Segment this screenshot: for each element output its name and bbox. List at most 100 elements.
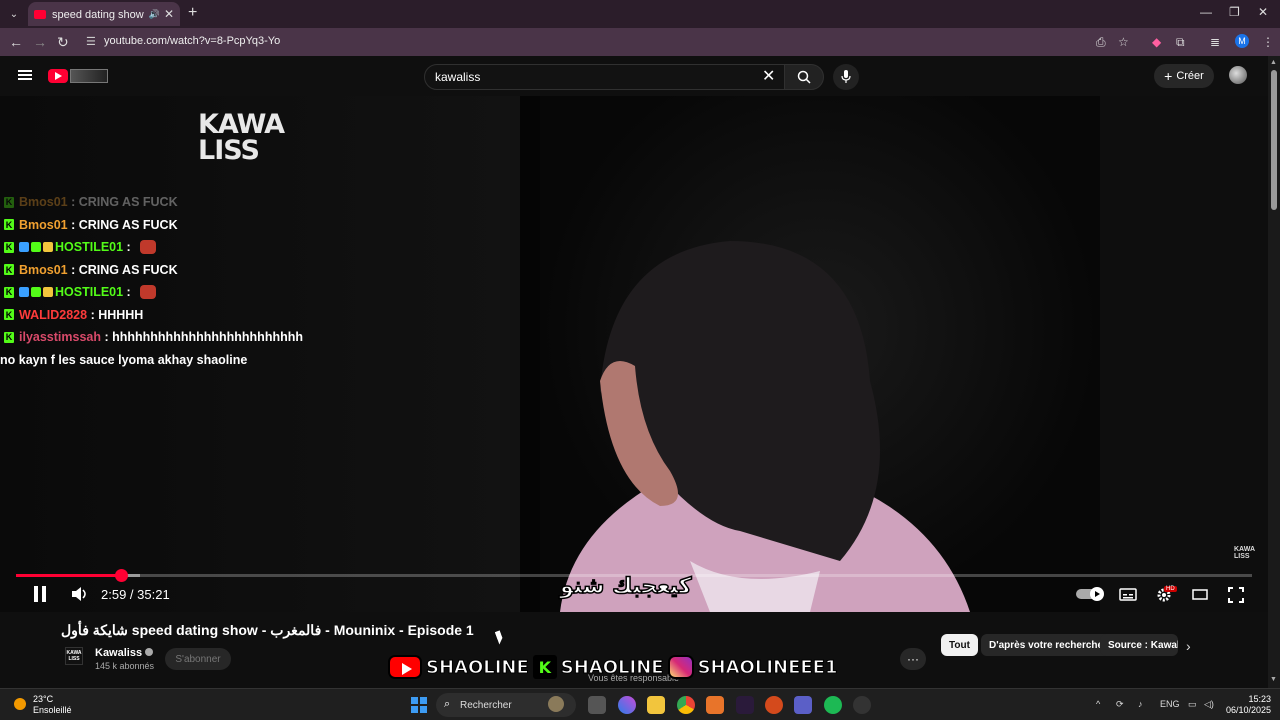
close-window-button[interactable]: ✕ [1258,5,1268,19]
tray-network-icon[interactable]: ▭ [1188,699,1197,710]
chat-separator: : [87,307,99,322]
channel-name[interactable]: Kawaliss [95,647,154,659]
chat-text: CRING AS FUCK [78,217,178,232]
file-explorer-icon[interactable] [647,696,665,714]
tab-close-icon[interactable]: ✕ [164,7,174,21]
kick-badge-icon: K [4,264,14,276]
teams-icon[interactable] [794,696,812,714]
forward-button[interactable]: → [33,34,47,50]
plus-icon: + [1164,68,1173,84]
browser-menu-icon[interactable]: ⋮ [1262,35,1274,49]
kick-badge-icon: K [4,219,14,231]
chat-text: HHHHH [98,307,144,322]
site-info-icon[interactable]: ☰ [86,35,96,48]
tab-search-button[interactable]: ⌄ [4,4,24,24]
language-indicator[interactable]: ENG [1160,699,1180,709]
tray-mic-icon[interactable]: ♪ [1138,699,1143,709]
tray-volume-icon[interactable]: ◁) [1204,699,1214,710]
restore-button[interactable]: ❐ [1229,5,1240,19]
url-text[interactable]: youtube.com/watch?v=8-PcpYq3-Yo [104,35,280,47]
banner-kick-icon: K [532,655,557,679]
chat-emote-icon [140,285,157,300]
chips-next-icon[interactable]: › [1186,638,1191,654]
video-background-right [1100,96,1268,612]
windows-start-icon[interactable] [411,697,427,713]
subscribe-button[interactable]: S'abonner [165,648,231,670]
chip-source-channel[interactable]: Source : Kawaliss [1100,634,1178,656]
reload-button[interactable]: ↻ [57,34,69,51]
profile-avatar[interactable]: M [1235,34,1249,48]
tray-sync-icon[interactable]: ⟳ [1116,699,1124,710]
scrubber-knob[interactable] [115,569,128,582]
back-button[interactable]: ← [9,34,23,50]
chip-all[interactable]: Tout [941,634,978,656]
task-view-icon[interactable] [588,696,606,714]
chat-text: hhhhhhhhhhhhhhhhhhhhhhhhh [112,330,303,345]
channel-name-text[interactable]: Kawaliss [95,647,142,659]
search-box[interactable] [424,64,786,90]
menu-hamburger-icon[interactable] [18,70,32,80]
kick-badge-icon: K [4,331,14,343]
youtube-doodle-logo[interactable] [70,69,108,83]
chrome-icon[interactable] [677,696,695,714]
banner-instagram-name: SHAOLINEEE1 [697,656,838,678]
terminal-icon[interactable] [736,696,754,714]
spotify-icon[interactable] [824,696,842,714]
browser-tab[interactable]: speed dating show شايكة فأول 🔊 ✕ [28,2,180,26]
weather-sun-icon[interactable] [14,698,26,710]
scroll-down-icon[interactable]: ▼ [1270,676,1277,683]
channel-avatar[interactable]: KAWA LISS [65,647,83,665]
search-input[interactable] [435,70,735,84]
weather-widget[interactable]: 23°C Ensoleillé [33,694,72,716]
scroll-thumb[interactable] [1271,70,1277,210]
search-highlight-icon[interactable] [548,696,564,712]
firefox-icon[interactable] [765,696,783,714]
weather-temp: 23°C [33,694,54,704]
fullscreen-icon[interactable] [1228,587,1244,603]
chat-message: K Bmos01 : CRING AS FUCK [0,214,360,237]
gold-badge-icon [43,287,53,298]
more-actions-button[interactable]: ··· [900,648,926,670]
taskbar-clock[interactable]: 15:23 06/10/2025 [1226,694,1271,716]
search-button[interactable] [784,64,824,90]
search-icon [797,70,811,84]
chip-related-search[interactable]: D'après votre recherche [981,634,1112,656]
chat-text: CRING AS FUCK [78,262,178,277]
app-orange-icon[interactable] [706,696,724,714]
chat-username: ilyasstimssah [19,330,101,345]
install-app-icon[interactable]: ⎙ [1096,35,1106,50]
extensions-puzzle-icon[interactable]: ⧉ [1176,35,1185,50]
speaker-icon[interactable]: 🔊 [149,9,160,20]
tab-title: speed dating show شايكة فأول [52,8,146,21]
account-avatar[interactable] [1229,66,1247,84]
copilot-icon[interactable] [618,696,636,714]
tray-overflow-icon[interactable]: ^ [1096,699,1100,709]
create-button[interactable]: + Créer [1154,64,1214,88]
chat-message: K HOSTILE01 : [0,236,360,259]
page-scrollbar[interactable]: ▲ ▼ [1268,56,1280,688]
volume-icon[interactable] [71,587,89,601]
media-control-icon[interactable]: ≣ [1210,35,1220,49]
create-label: Créer [1176,70,1204,82]
subtitles-icon[interactable] [1119,588,1137,601]
theater-mode-icon[interactable] [1192,589,1208,600]
new-tab-button[interactable]: + [188,4,197,22]
bookmark-star-icon[interactable]: ☆ [1118,35,1129,49]
pause-icon[interactable] [32,585,48,603]
subscriber-count: 145 k abonnés [95,661,155,671]
app-dark-icon[interactable] [853,696,871,714]
extension-icon[interactable]: ◆ [1152,35,1161,49]
scroll-up-icon[interactable]: ▲ [1270,59,1277,66]
voice-search-button[interactable] [833,64,859,90]
minimize-button[interactable]: — [1200,5,1212,19]
clear-search-icon[interactable]: ✕ [762,66,775,86]
autoplay-toggle-icon[interactable] [1076,587,1106,601]
chat-username: Bmos01 [19,195,68,210]
address-bar-row: ← → ↻ ☰ youtube.com/watch?v=8-PcpYq3-Yo … [0,28,1280,56]
youtube-logo-icon[interactable] [48,69,68,83]
chat-separator: : [67,217,79,232]
video-player[interactable]: KAWA LISS K Bmos01 : CRING AS FUCK K Bmos01… [0,96,1268,612]
verified-icon [145,648,154,656]
banner-youtube-icon [388,655,422,679]
chat-overlay: K Bmos01 : CRING AS FUCK K Bmos01 : CRING A… [0,191,360,371]
